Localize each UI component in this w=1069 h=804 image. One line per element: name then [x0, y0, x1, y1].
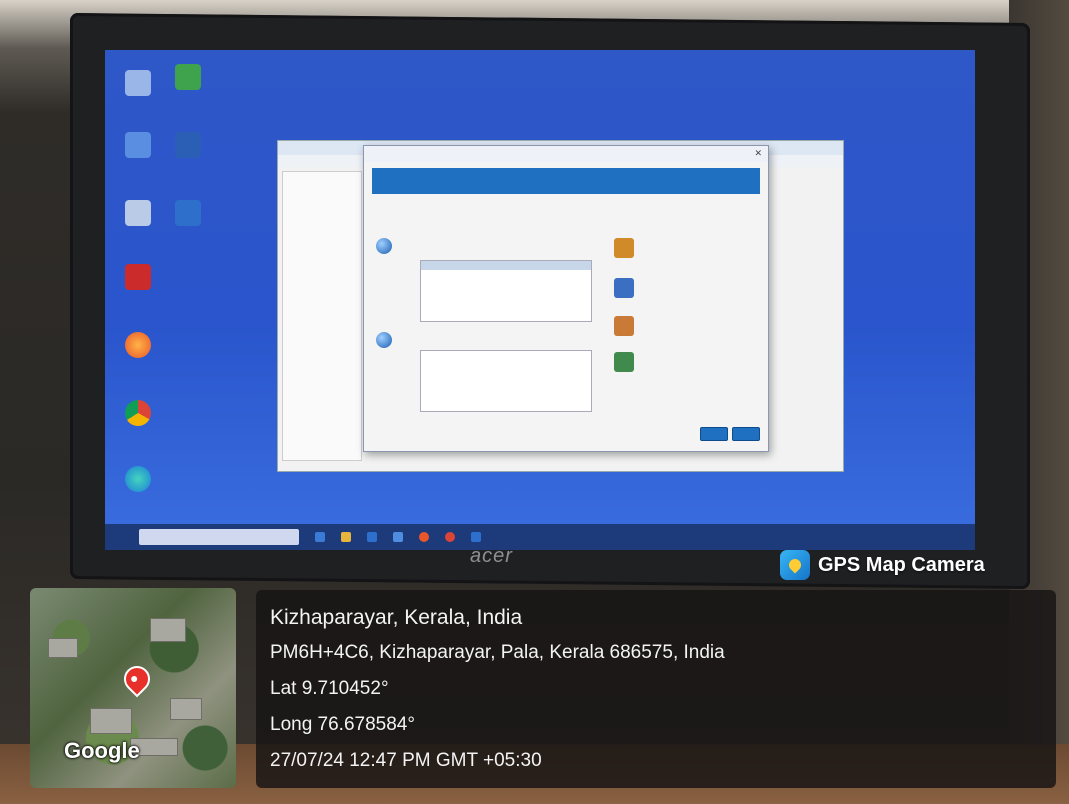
file-explorer-icon[interactable] — [341, 532, 351, 542]
list-selected-row[interactable] — [421, 261, 591, 270]
longitude: Long 76.678584° — [270, 714, 415, 735]
timestamp: 27/07/24 12:47 PM GMT +05:30 — [270, 750, 542, 771]
google-watermark: Google — [64, 738, 140, 763]
chrome-icon — [125, 400, 151, 426]
map-building — [150, 618, 186, 642]
firefox-taskbar-icon[interactable] — [419, 532, 429, 542]
latitude: Lat 9.710452° — [270, 678, 389, 699]
cancel-button[interactable] — [732, 427, 760, 441]
app-icon — [175, 64, 201, 90]
word-icon — [175, 132, 201, 158]
tutorial-icon — [614, 238, 634, 258]
taskbar-search[interactable] — [139, 529, 299, 545]
place-name: Kizhaparayar, Kerala, India — [270, 606, 523, 629]
desktop-icon-acrobat[interactable] — [113, 264, 163, 292]
data-source-list[interactable] — [420, 260, 592, 322]
gps-map-camera-logo-icon — [780, 550, 810, 580]
spss-welcome-dialog[interactable]: ✕ — [363, 145, 769, 452]
desktop-icon-edge[interactable] — [113, 466, 163, 494]
desktop-icon-recycle-bin[interactable] — [113, 200, 163, 228]
globe-icon — [376, 332, 392, 348]
recycle-bin-icon — [125, 200, 151, 226]
chrome-taskbar-icon[interactable] — [445, 532, 455, 542]
open-data-source-option[interactable] — [376, 238, 392, 254]
globe-icon — [376, 238, 392, 254]
desktop-icon-network[interactable] — [113, 132, 163, 160]
task-view-icon[interactable] — [315, 532, 325, 542]
mail-icon[interactable] — [393, 532, 403, 542]
edge-icon — [125, 466, 151, 492]
photo-scene: acer ✕ GPS Map Camera Google Kizhaparaya… — [0, 0, 1069, 804]
close-icon[interactable]: ✕ — [754, 148, 762, 159]
map-building — [90, 708, 132, 734]
acrobat-icon — [125, 264, 151, 290]
type-in-data-icon — [614, 278, 634, 298]
dialog-banner — [372, 168, 760, 194]
map-thumbnail: Google — [30, 588, 236, 788]
open-other-file-option[interactable] — [376, 332, 392, 348]
computer-icon — [125, 70, 151, 96]
wizard-icon — [614, 352, 634, 372]
desktop-icon-chrome[interactable] — [113, 400, 163, 428]
location-info-panel: Kizhaparayar, Kerala, India PM6H+4C6, Ki… — [256, 590, 1056, 788]
map-building — [170, 698, 202, 720]
address-line: PM6H+4C6, Kizhaparayar, Pala, Kerala 686… — [270, 642, 725, 663]
gps-app-name: GPS Map Camera — [818, 553, 985, 576]
dialog-titlebar — [364, 146, 768, 162]
ok-button[interactable] — [700, 427, 728, 441]
query-icon — [614, 316, 634, 336]
location-pin-icon — [118, 660, 156, 698]
map-building — [48, 638, 78, 658]
spss-icon — [175, 200, 201, 226]
desktop-screen: ✕ — [105, 50, 975, 550]
gps-app-badge: GPS Map Camera — [780, 548, 985, 582]
desktop-icon-firefox[interactable] — [113, 332, 163, 360]
firefox-icon — [125, 332, 151, 358]
spss-taskbar-icon[interactable] — [471, 532, 481, 542]
taskbar — [105, 524, 975, 550]
output-tree[interactable] — [282, 171, 362, 461]
other-file-list[interactable] — [420, 350, 592, 412]
desktop-icon-this-pc[interactable] — [113, 70, 163, 98]
desktop-icon-spss[interactable] — [163, 200, 213, 228]
desktop-icon-word[interactable] — [163, 132, 213, 160]
network-icon — [125, 132, 151, 158]
store-icon[interactable] — [367, 532, 377, 542]
desktop-icon-app[interactable] — [163, 64, 213, 92]
